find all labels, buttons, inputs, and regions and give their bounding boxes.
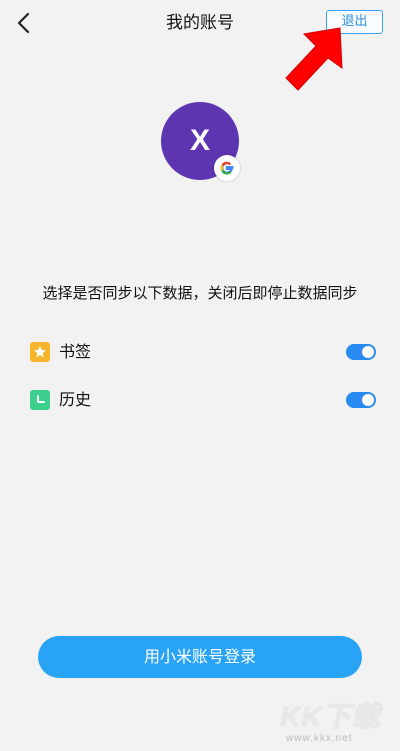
history-sync-toggle[interactable]: [346, 392, 376, 408]
toggle-knob: [362, 346, 374, 358]
history-clock-icon: [30, 390, 50, 410]
watermark: KK下载 www.kkx.net: [280, 695, 395, 745]
sync-item-history: 历史: [30, 388, 376, 414]
bookmarks-sync-toggle[interactable]: [346, 344, 376, 360]
google-icon: [220, 161, 234, 175]
red-arrow-annotation: [285, 27, 343, 91]
sync-description: 选择是否同步以下数据，关闭后即停止数据同步: [42, 284, 358, 302]
toggle-knob: [362, 394, 374, 406]
avatar-letter: X: [189, 124, 210, 157]
sync-item-bookmarks: 书签: [30, 340, 376, 366]
watermark-logo: KK下载: [280, 701, 381, 732]
xiaomi-login-button[interactable]: 用小米账号登录: [38, 636, 362, 678]
sync-item-label: 书签: [59, 342, 92, 361]
sync-item-label: 历史: [59, 390, 92, 409]
google-badge: [214, 155, 240, 181]
watermark-url: www.kkx.net: [286, 733, 353, 744]
bookmark-star-icon: [30, 342, 50, 362]
